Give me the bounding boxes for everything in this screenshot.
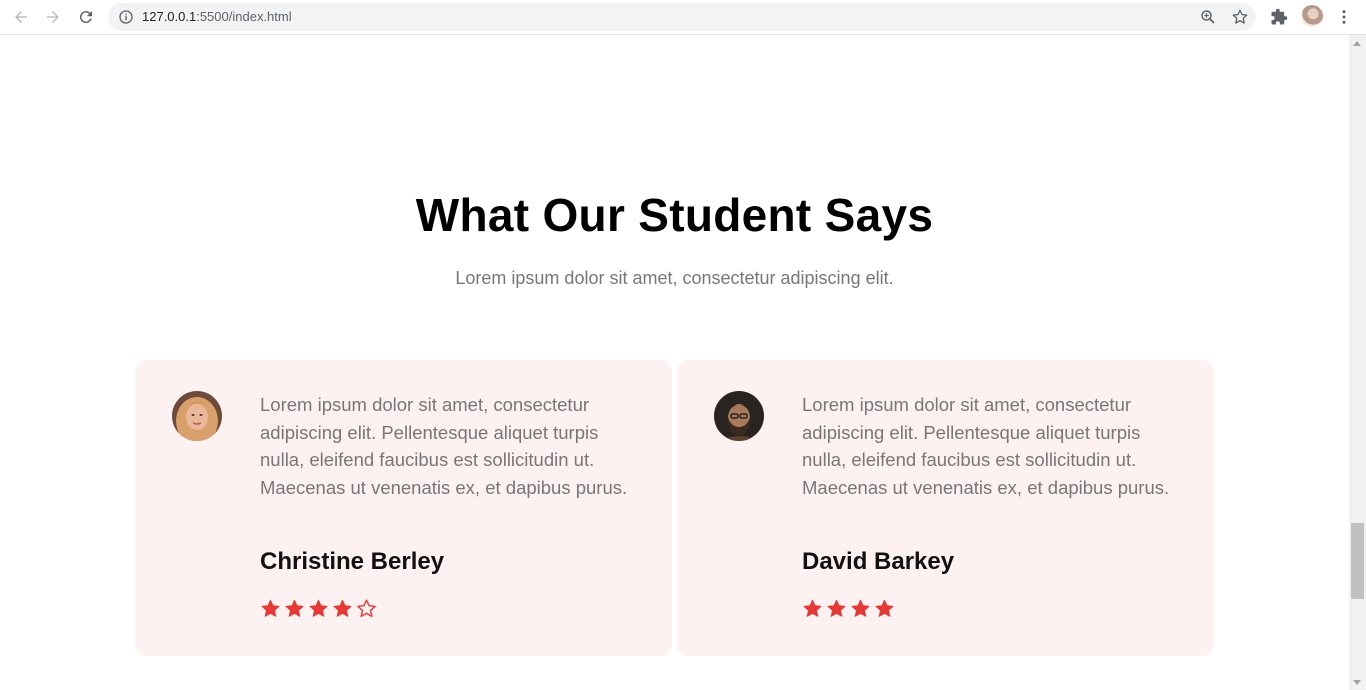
reload-icon[interactable] — [74, 5, 98, 29]
forward-arrow-icon[interactable] — [41, 5, 65, 29]
star-filled-icon — [875, 599, 894, 617]
star-filled-icon — [285, 599, 304, 617]
star-bookmark-icon[interactable] — [1231, 8, 1249, 26]
star-filled-icon — [827, 599, 846, 617]
profile-avatar[interactable] — [1301, 5, 1323, 27]
section-subtitle: Lorem ipsum dolor sit amet, consectetur … — [455, 268, 894, 288]
url-host: 127.0.0.1 — [142, 9, 197, 24]
scrollbar-thumb[interactable] — [1351, 523, 1364, 599]
url-text: 127.0.0.1:5500/index.html — [142, 9, 292, 24]
star-filled-icon — [309, 599, 328, 617]
testimonial-name: David Barkey — [802, 548, 955, 575]
testimonial-text: Lorem ipsum dolor sit amet, consectetur … — [802, 394, 1170, 498]
star-filled-icon — [803, 599, 822, 617]
browser-toolbar: 127.0.0.1:5500/index.html — [0, 0, 1366, 35]
extensions-icon[interactable] — [1269, 7, 1289, 27]
scroll-up-arrow[interactable] — [1353, 41, 1361, 46]
rating-stars — [260, 598, 377, 622]
scroll-down-arrow[interactable] — [1353, 680, 1361, 685]
star-empty-icon — [357, 599, 376, 618]
address-bar[interactable]: 127.0.0.1:5500/index.html — [108, 3, 1256, 31]
avatar — [714, 391, 764, 441]
section-title: What Our Student Says — [415, 189, 934, 241]
star-filled-icon — [851, 599, 870, 617]
testimonial-name: Christine Berley — [260, 548, 445, 575]
avatar — [172, 391, 222, 441]
zoom-icon[interactable] — [1199, 8, 1217, 26]
info-icon[interactable] — [118, 9, 134, 25]
star-filled-icon — [333, 599, 352, 617]
back-arrow-icon[interactable] — [9, 5, 33, 29]
testimonial-text: Lorem ipsum dolor sit amet, consectetur … — [260, 394, 628, 498]
rating-stars — [802, 598, 895, 622]
star-filled-icon — [261, 599, 280, 617]
testimonial-card: Lorem ipsum dolor sit amet, consectetur … — [135, 360, 672, 656]
testimonial-card: Lorem ipsum dolor sit amet, consectetur … — [677, 360, 1214, 656]
menu-icon[interactable] — [1334, 7, 1354, 27]
url-path: :5500/index.html — [196, 9, 292, 24]
